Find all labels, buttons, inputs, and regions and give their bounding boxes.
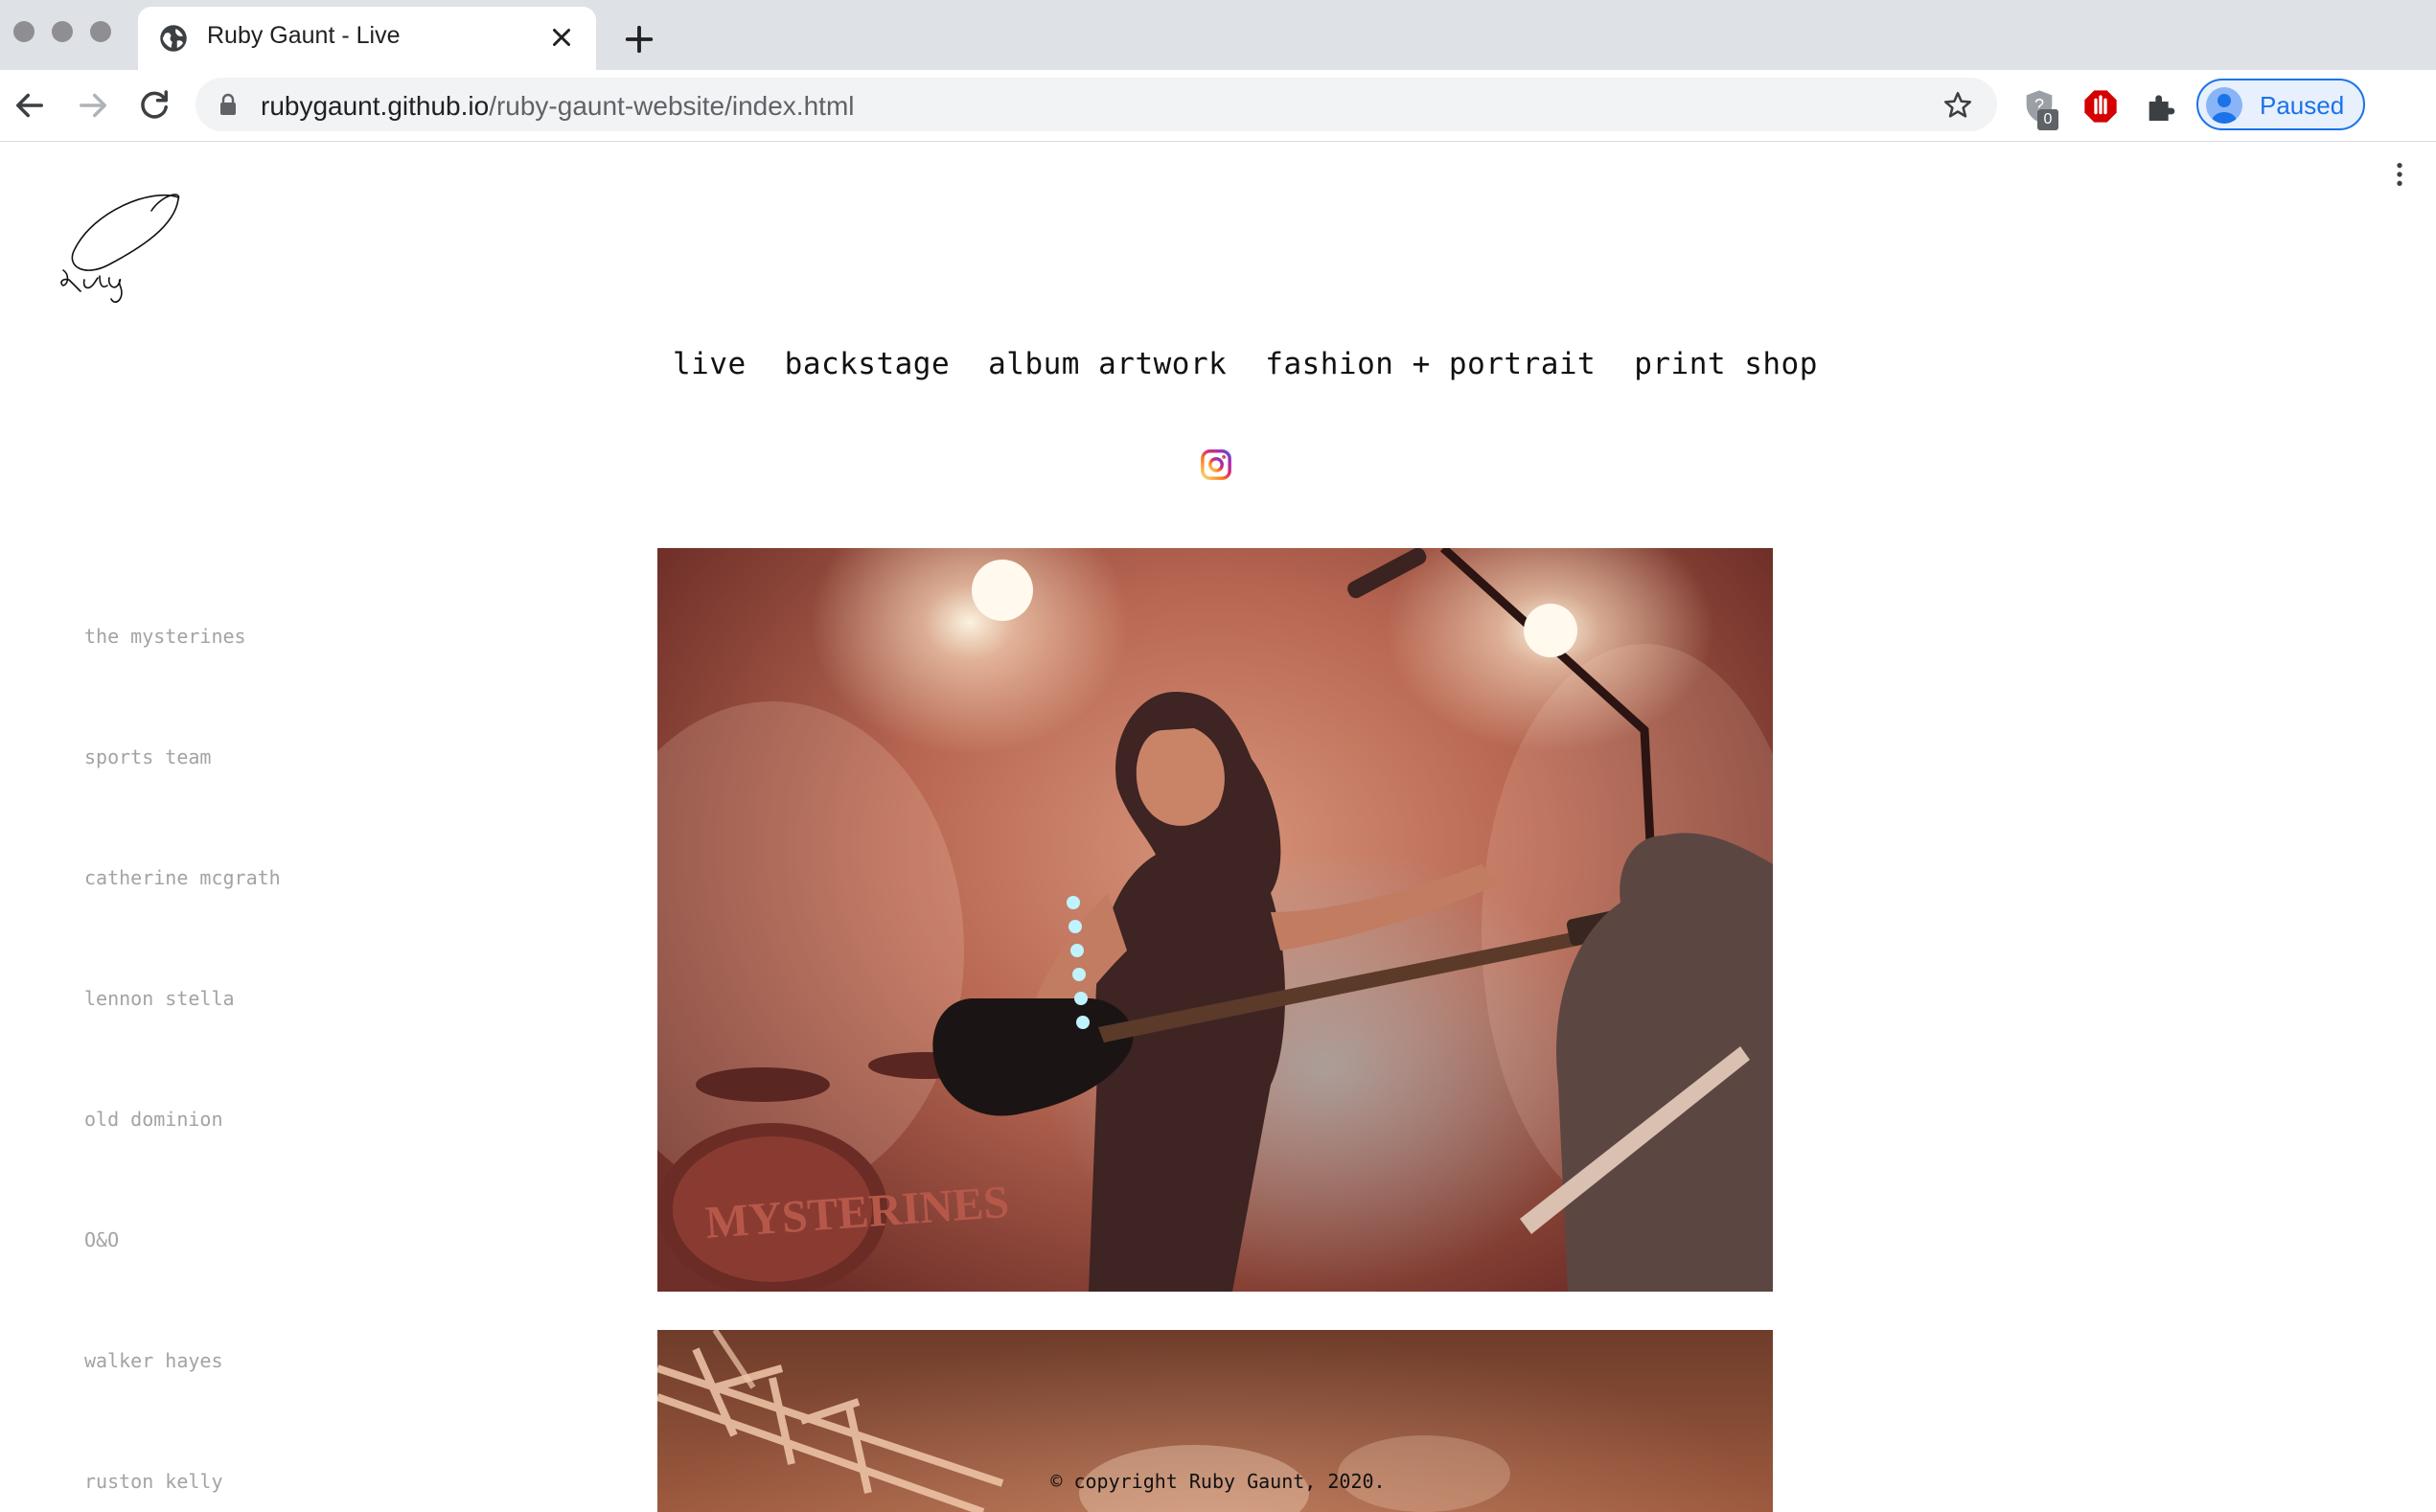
lock-icon[interactable] bbox=[218, 93, 238, 116]
extension-badge: 0 bbox=[2037, 109, 2058, 130]
profile-button[interactable]: Paused bbox=[2196, 79, 2365, 130]
sidebar-item-sports-team[interactable]: sports team bbox=[84, 745, 211, 768]
stop-hand-extension-icon[interactable] bbox=[2081, 87, 2120, 126]
url-host: rubygaunt.github.io bbox=[261, 91, 490, 121]
back-arrow-icon[interactable] bbox=[10, 85, 50, 126]
window-close-dot[interactable] bbox=[13, 21, 34, 42]
concert-photo-illustration: MYSTERINES bbox=[657, 548, 1773, 1292]
sidebar-item-o-and-o[interactable]: O&O bbox=[84, 1228, 119, 1251]
url-path: /ruby-gaunt-website/index.html bbox=[489, 91, 855, 121]
nav-print-shop[interactable]: print shop bbox=[1634, 347, 1818, 381]
instagram-icon[interactable] bbox=[1200, 448, 1232, 481]
forward-arrow-icon[interactable] bbox=[73, 85, 113, 126]
sidebar-item-catherine-mcgrath[interactable]: catherine mcgrath bbox=[84, 866, 281, 889]
signature-logo[interactable] bbox=[56, 192, 190, 326]
address-bar[interactable]: rubygaunt.github.io/ruby-gaunt-website/i… bbox=[195, 78, 1997, 131]
sidebar-item-lennon-stella[interactable]: lennon stella bbox=[84, 987, 235, 1010]
avatar bbox=[2206, 87, 2242, 124]
nav-album-artwork[interactable]: album artwork bbox=[988, 347, 1227, 381]
nav-fashion-portrait[interactable]: fashion + portrait bbox=[1265, 347, 1596, 381]
tab-title: Ruby Gaunt - Live bbox=[207, 22, 401, 49]
more-menu-icon[interactable] bbox=[2384, 158, 2415, 191]
tab-strip: Ruby Gaunt - Live bbox=[0, 0, 2436, 70]
nav-backstage[interactable]: backstage bbox=[785, 347, 950, 381]
copyright-footer: © copyright Ruby Gaunt, 2020. bbox=[1050, 1470, 1386, 1493]
globe-icon bbox=[160, 25, 187, 52]
sidebar-item-the-mysterines[interactable]: the mysterines bbox=[84, 625, 246, 648]
bookmark-star-icon[interactable] bbox=[1942, 89, 1974, 122]
close-icon[interactable] bbox=[544, 20, 579, 55]
nav-live[interactable]: live bbox=[673, 347, 747, 381]
browser-toolbar: rubygaunt.github.io/ruby-gaunt-website/i… bbox=[0, 70, 2436, 186]
sidebar-item-old-dominion[interactable]: old dominion bbox=[84, 1108, 223, 1131]
profile-status-label: Paused bbox=[2260, 91, 2345, 120]
gallery-photo[interactable]: MYSTERINES bbox=[657, 548, 1773, 1292]
window-minimize-dot[interactable] bbox=[52, 21, 73, 42]
sidebar-item-walker-hayes[interactable]: walker hayes bbox=[84, 1349, 223, 1372]
url-text[interactable]: rubygaunt.github.io/ruby-gaunt-website/i… bbox=[261, 91, 854, 122]
reload-icon[interactable] bbox=[134, 85, 174, 126]
new-tab-plus-icon[interactable] bbox=[619, 19, 659, 59]
puzzle-extensions-icon[interactable] bbox=[2143, 87, 2181, 126]
window-zoom-dot[interactable] bbox=[90, 21, 111, 42]
browser-tab[interactable]: Ruby Gaunt - Live bbox=[138, 7, 596, 70]
